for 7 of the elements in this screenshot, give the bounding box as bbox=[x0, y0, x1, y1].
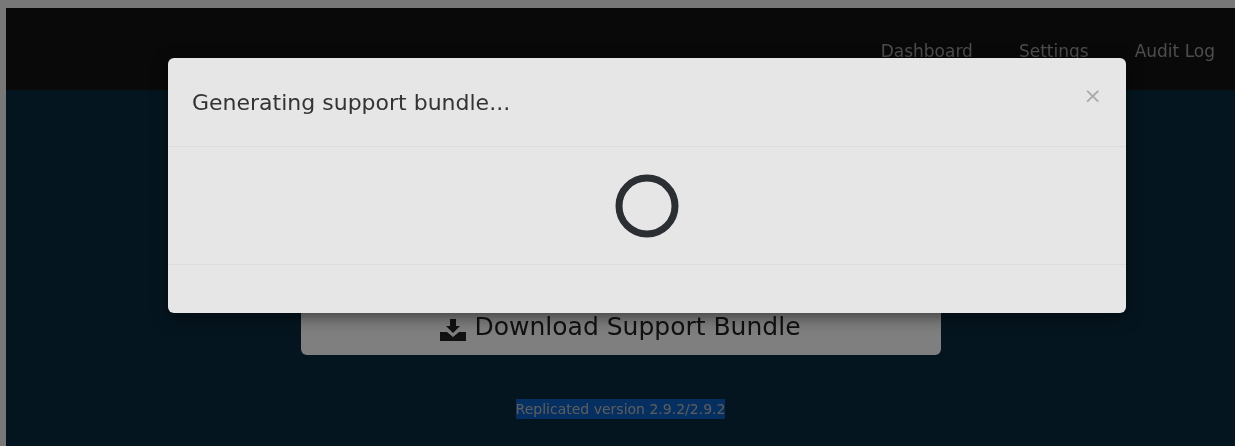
version-text: Replicated version 2.9.2/2.9.2 bbox=[515, 399, 726, 419]
nav-link[interactable]: Settings bbox=[1018, 41, 1089, 61]
nav-link[interactable]: Audit Log bbox=[1134, 41, 1215, 61]
close-button[interactable]: × bbox=[1083, 82, 1102, 108]
download-icon bbox=[440, 319, 467, 341]
nav-link[interactable]: Dashboard bbox=[880, 41, 973, 61]
modal-title: Generating support bundle... bbox=[192, 89, 511, 115]
